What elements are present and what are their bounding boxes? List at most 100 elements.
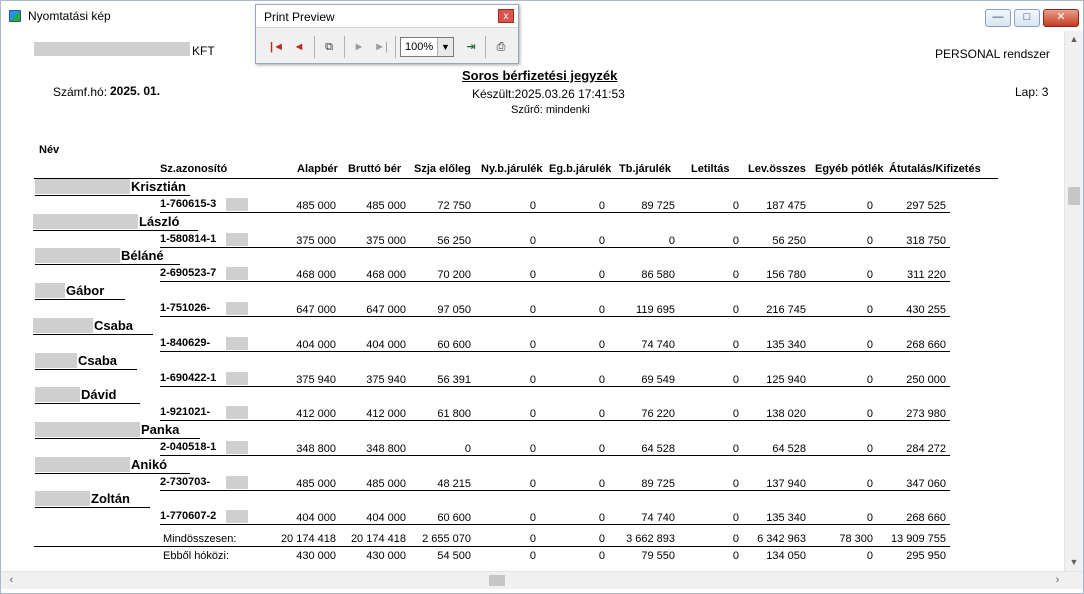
- previous-page-icon[interactable]: ◄: [290, 38, 308, 56]
- total-rule: [34, 546, 950, 547]
- col-name: Név: [39, 144, 60, 156]
- horizontal-scroll-thumb[interactable]: [489, 575, 505, 586]
- redacted-id-suffix: [226, 475, 248, 489]
- period-value: 2025. 01.: [110, 84, 161, 98]
- cell-value: 0: [529, 512, 536, 525]
- window-titlebar[interactable]: Nyomtatási kép — □ ✕: [1, 1, 1083, 31]
- cell-value: 0: [598, 234, 605, 247]
- cell-value: 0: [529, 338, 536, 351]
- print-preview-toolbar: Print Preview x |◄ ◄ ⧉ ► ►| 100% ▼ ⇥ ⎙: [255, 4, 519, 64]
- cell-value: 0: [866, 304, 873, 317]
- total-value: 20 174 418: [350, 533, 406, 545]
- cell-value: 56 391: [437, 373, 471, 386]
- cell-value: 404 000: [366, 512, 406, 525]
- scroll-left-icon[interactable]: ‹: [3, 572, 20, 589]
- report-created: Készült:2025.03.26 17:41:53: [472, 87, 625, 101]
- print-preview-close-button[interactable]: x: [498, 9, 514, 23]
- cell-value: 216 745: [766, 304, 806, 317]
- cell-value: 0: [529, 477, 536, 490]
- scroll-right-icon[interactable]: ›: [1049, 572, 1066, 589]
- cell-value: 0: [732, 373, 739, 386]
- col-eg: Eg.b.járulék: [549, 163, 612, 175]
- cell-value: 0: [598, 373, 605, 386]
- toolbar-separator: [314, 36, 315, 58]
- cell-value: 0: [598, 477, 605, 490]
- period-label: Számf.hó:: [53, 85, 108, 99]
- redacted-surname: [35, 248, 120, 264]
- horizontal-scrollbar[interactable]: ‹ ›: [1, 571, 1083, 589]
- scroll-up-icon[interactable]: ▲: [1065, 31, 1083, 48]
- exit-icon[interactable]: ⇥: [462, 38, 480, 56]
- cell-value: 0: [598, 338, 605, 351]
- col-ny: Ny.b.járulék: [481, 163, 543, 175]
- chevron-down-icon[interactable]: ▼: [437, 38, 453, 56]
- employee-name: Dávid: [81, 387, 117, 403]
- row-rule: [160, 420, 950, 422]
- employee-name: Zoltán: [91, 491, 130, 507]
- cell-value: 0: [732, 477, 739, 490]
- cell-value: 0: [732, 200, 739, 212]
- report-page: KFT PERSONAL rendszer Számf.hó: 2025. 01…: [6, 31, 1064, 571]
- cell-value: 135 340: [766, 512, 806, 525]
- cell-value: 72 750: [437, 200, 471, 212]
- employee-name: Béláné: [121, 248, 164, 264]
- cell-value: 0: [598, 269, 605, 282]
- redacted-id-suffix: [226, 232, 248, 246]
- subtotal-value: 134 050: [766, 550, 806, 562]
- cell-value: 48 215: [437, 477, 471, 490]
- employee-name: Panka: [141, 421, 180, 437]
- employee-id: 1-690422-1: [160, 371, 217, 384]
- name-underline: [35, 403, 140, 405]
- cell-value: 647 000: [296, 304, 336, 317]
- maximize-button[interactable]: □: [1014, 9, 1040, 27]
- minimize-button[interactable]: —: [985, 9, 1011, 27]
- employee-name: Anikó: [131, 456, 168, 472]
- printer-icon[interactable]: ⎙: [492, 38, 510, 56]
- cell-value: 0: [866, 234, 873, 247]
- total-value: 0: [732, 533, 739, 545]
- col-other: Egyéb pótlék: [815, 163, 884, 175]
- toolbar-separator: [485, 36, 486, 58]
- cell-value: 76 220: [641, 408, 675, 421]
- print-preview-titlebar[interactable]: Print Preview x: [256, 5, 518, 27]
- cell-value: 86 580: [641, 269, 675, 282]
- redacted-surname: [33, 317, 93, 333]
- cell-value: 0: [529, 304, 536, 317]
- cell-value: 64 528: [772, 442, 806, 455]
- vertical-scrollbar[interactable]: ▲ ▼: [1064, 31, 1083, 571]
- cell-value: 156 780: [766, 269, 806, 282]
- name-underline: [35, 507, 150, 509]
- cell-value: 268 660: [906, 512, 946, 525]
- cell-value: 0: [598, 408, 605, 421]
- cell-value: 375 940: [366, 373, 406, 386]
- subtotal-value: 430 000: [296, 550, 336, 562]
- cell-value: 404 000: [296, 338, 336, 351]
- cell-value: 0: [732, 304, 739, 317]
- redacted-id-suffix: [226, 267, 248, 281]
- cell-value: 0: [732, 269, 739, 282]
- next-page-icon[interactable]: ►: [350, 38, 368, 56]
- cell-value: 89 725: [641, 477, 675, 490]
- redacted-id-suffix: [226, 406, 248, 420]
- last-page-icon[interactable]: ►|: [372, 38, 390, 56]
- cell-value: 0: [732, 408, 739, 421]
- cell-value: 89 725: [641, 200, 675, 212]
- vertical-scroll-thumb[interactable]: [1068, 187, 1080, 205]
- redacted-id-suffix: [226, 440, 248, 454]
- row-rule: [160, 489, 950, 491]
- cell-value: 0: [866, 269, 873, 282]
- print-preview-buttons: |◄ ◄ ⧉ ► ►| 100% ▼ ⇥ ⎙: [256, 27, 518, 65]
- col-gross: Bruttó bér: [348, 163, 402, 175]
- cell-value: 468 000: [366, 269, 406, 282]
- name-underline: [35, 264, 180, 266]
- multiple-pages-icon[interactable]: ⧉: [320, 38, 338, 56]
- close-button[interactable]: ✕: [1043, 9, 1079, 27]
- scroll-down-icon[interactable]: ▼: [1065, 554, 1083, 571]
- cell-value: 0: [598, 442, 605, 455]
- zoom-select[interactable]: 100% ▼: [400, 37, 454, 57]
- col-tax: Szja előleg: [414, 163, 471, 175]
- cell-value: 311 220: [907, 269, 946, 282]
- employee-name: Csaba: [78, 352, 118, 368]
- cell-value: 0: [866, 338, 873, 351]
- first-page-icon[interactable]: |◄: [268, 38, 286, 56]
